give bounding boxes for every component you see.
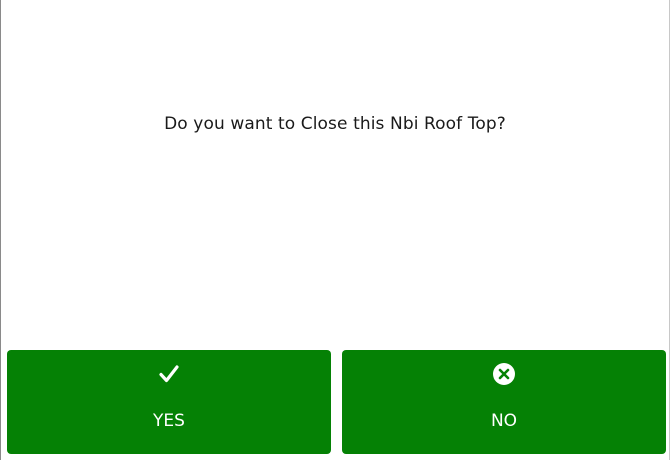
no-button[interactable]: NO: [342, 350, 666, 454]
close-circle-icon: [342, 362, 666, 386]
yes-button[interactable]: YES: [7, 350, 331, 454]
checkmark-icon: [7, 362, 331, 386]
no-button-label: NO: [490, 411, 518, 431]
confirm-close-dialog: Do you want to Close this Nbi Roof Top? …: [0, 0, 670, 460]
dialog-message: Do you want to Close this Nbi Roof Top?: [164, 114, 506, 134]
yes-button-label: YES: [153, 411, 185, 431]
